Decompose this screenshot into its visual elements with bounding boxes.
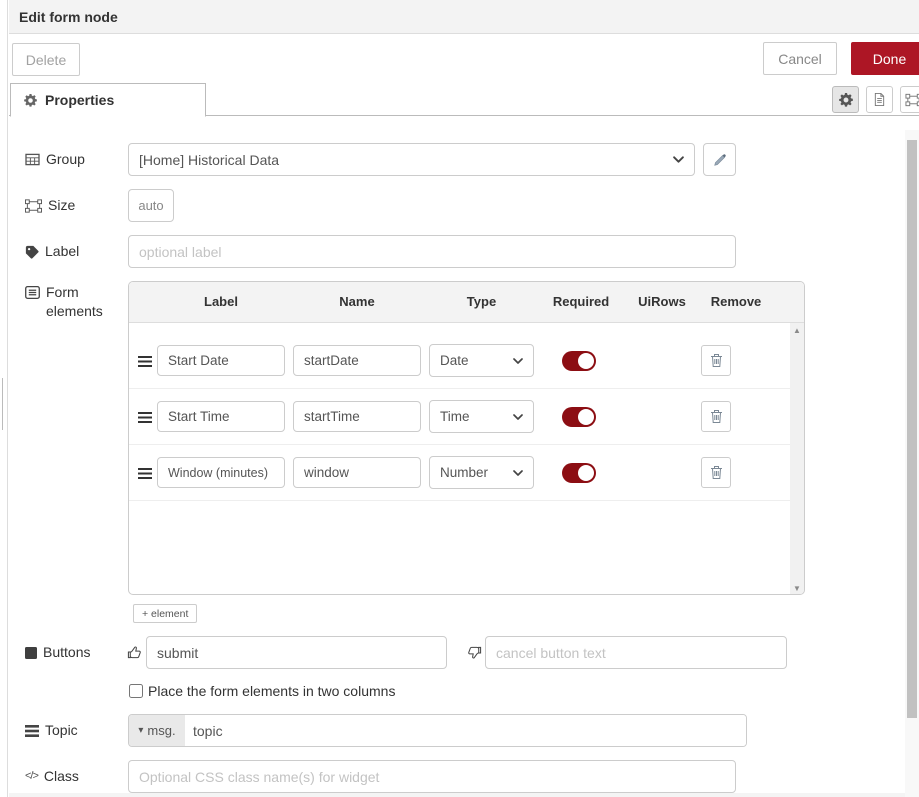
list-scrollbar[interactable]: ▲ ▼	[790, 323, 804, 595]
column-header-type: Type	[429, 282, 534, 322]
scrollbar-thumb[interactable]	[907, 140, 917, 718]
dialog-header: Edit form node	[9, 0, 919, 34]
element-row: Date	[129, 333, 790, 389]
element-label-input[interactable]	[157, 401, 285, 432]
selection-box-icon	[905, 93, 919, 107]
gear-icon	[839, 93, 853, 107]
document-icon	[873, 92, 886, 107]
label-field-label: Label	[25, 235, 125, 268]
thumbs-down-icon	[467, 645, 482, 660]
drag-handle-icon[interactable]	[138, 412, 152, 423]
chevron-down-icon	[513, 358, 523, 364]
remove-element-button[interactable]	[701, 457, 731, 488]
cancel-button[interactable]: Cancel	[763, 42, 837, 75]
form-elements-table: Label Name Type Required UiRows Remove D…	[128, 281, 805, 595]
msg-type-selector[interactable]: ▾ msg.	[129, 715, 185, 746]
size-button[interactable]: auto	[128, 189, 174, 222]
editor-left-grip	[2, 378, 3, 430]
topic-typed-input: ▾ msg.	[128, 714, 747, 747]
two-columns-option: Place the form elements in two columns	[129, 683, 395, 699]
object-group-icon	[25, 199, 42, 213]
topic-input[interactable]	[185, 715, 746, 746]
element-type-select[interactable]: Number	[429, 456, 534, 489]
label-input[interactable]	[128, 235, 736, 268]
element-type-select[interactable]: Date	[429, 344, 534, 377]
scroll-up-icon[interactable]: ▲	[790, 326, 804, 335]
required-toggle[interactable]	[562, 351, 596, 371]
class-label: </> Class	[25, 760, 125, 793]
add-element-button[interactable]: + element	[133, 604, 197, 623]
triangle-down-icon: ▾	[138, 725, 143, 736]
tab-properties-label: Properties	[45, 92, 114, 108]
required-toggle[interactable]	[562, 463, 596, 483]
two-columns-checkbox[interactable]	[129, 684, 143, 698]
column-header-name: Name	[293, 282, 421, 322]
pencil-icon	[713, 153, 727, 167]
form-elements-label: Form elements	[25, 283, 103, 321]
dialog-title: Edit form node	[19, 9, 118, 25]
toggle-knob	[578, 465, 594, 481]
group-select[interactable]: [Home] Historical Data	[128, 143, 695, 176]
element-name-input[interactable]	[293, 401, 421, 432]
remove-element-button[interactable]	[701, 345, 731, 376]
trash-icon	[710, 353, 723, 368]
element-row: Time	[129, 389, 790, 445]
drag-handle-icon[interactable]	[138, 468, 152, 479]
edit-form-node-dialog: Edit form node Delete Cancel Done Proper…	[9, 0, 919, 797]
required-toggle[interactable]	[562, 407, 596, 427]
tab-properties[interactable]: Properties	[10, 83, 206, 117]
list-icon	[25, 286, 40, 299]
tag-icon	[25, 245, 39, 259]
trash-icon	[710, 409, 723, 424]
bottom-strip	[9, 793, 905, 797]
remove-element-button[interactable]	[701, 401, 731, 432]
table-body: Date Time	[129, 323, 805, 595]
column-header-required: Required	[549, 282, 613, 322]
element-name-input[interactable]	[293, 345, 421, 376]
properties-settings-button[interactable]	[832, 86, 859, 113]
table-header: Label Name Type Required UiRows Remove	[129, 282, 804, 323]
element-row: Number	[129, 445, 790, 501]
toggle-knob	[578, 409, 594, 425]
chevron-down-icon	[673, 156, 684, 163]
done-button[interactable]: Done	[851, 42, 919, 75]
element-name-input[interactable]	[293, 457, 421, 488]
table-icon	[25, 153, 40, 166]
element-type-select[interactable]: Time	[429, 400, 534, 433]
chevron-down-icon	[513, 470, 523, 476]
tasks-icon	[25, 725, 39, 737]
group-label: Group	[25, 143, 125, 176]
element-label-input[interactable]	[157, 457, 285, 488]
dialog-toolbar: Delete Cancel Done	[9, 35, 919, 83]
buttons-label: Buttons	[25, 636, 125, 669]
edit-group-button[interactable]	[703, 143, 736, 176]
two-columns-label: Place the form elements in two columns	[148, 683, 395, 699]
scroll-down-icon[interactable]: ▼	[790, 584, 804, 593]
size-label: Size	[25, 189, 125, 222]
code-icon: </>	[25, 767, 38, 786]
msg-prefix-label: msg.	[147, 723, 175, 738]
toggle-knob	[578, 353, 594, 369]
column-header-uirows: UiRows	[633, 282, 691, 322]
topic-label: Topic	[25, 714, 125, 747]
class-input[interactable]	[128, 760, 736, 793]
square-icon	[25, 647, 37, 659]
element-label-input[interactable]	[157, 345, 285, 376]
trash-icon	[710, 465, 723, 480]
drag-handle-icon[interactable]	[138, 356, 152, 367]
column-header-remove: Remove	[705, 282, 767, 322]
tab-bar: Properties	[9, 83, 919, 116]
delete-button[interactable]: Delete	[12, 43, 80, 76]
appearance-button[interactable]	[900, 86, 919, 113]
description-button[interactable]	[866, 86, 893, 113]
chevron-down-icon	[513, 414, 523, 420]
thumbs-up-icon	[127, 645, 142, 660]
group-selected-value: [Home] Historical Data	[139, 152, 279, 168]
submit-button-text-input[interactable]	[146, 636, 447, 669]
page-scrollbar[interactable]	[905, 130, 919, 797]
gear-icon	[24, 94, 37, 107]
column-header-label: Label	[157, 282, 285, 322]
cancel-button-text-input[interactable]	[485, 636, 787, 669]
